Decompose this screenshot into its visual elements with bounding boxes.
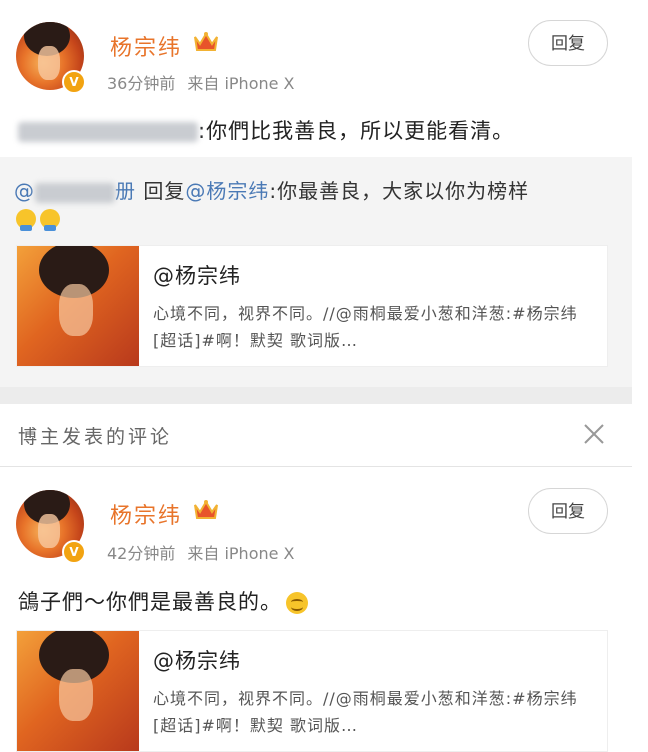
- verified-badge-icon: V: [62, 540, 86, 564]
- section-divider: [0, 387, 632, 404]
- comment-text: :你們比我善良，所以更能看清。: [18, 115, 514, 145]
- redacted-text: [18, 122, 198, 142]
- emoji-icon: [40, 209, 60, 231]
- post-thumbnail: [17, 631, 139, 751]
- close-icon[interactable]: [580, 420, 608, 448]
- timestamp: 42分钟前: [107, 544, 176, 563]
- linked-post-card[interactable]: @杨宗纬 心境不同，视界不同。//@雨桐最爱小葱和洋葱:#杨宗纬[超话]#啊！默…: [16, 245, 608, 367]
- mention-link[interactable]: @杨宗纬: [185, 179, 269, 203]
- card-title: @杨宗纬: [153, 264, 241, 288]
- emoji-row: [16, 209, 64, 233]
- verified-badge-icon: V: [62, 70, 86, 94]
- source: 来自 iPhone X: [187, 544, 295, 563]
- section-header: 博主发表的评论: [0, 404, 632, 467]
- card-title: @杨宗纬: [153, 649, 241, 673]
- card-description: 心境不同，视界不同。//@雨桐最爱小葱和洋葱:#杨宗纬[超话]#啊！默契 歌词版…: [153, 689, 578, 735]
- quoted-text: @ 册 回复@杨宗纬:你最善良，大家以你为榜样: [14, 179, 530, 203]
- author-name[interactable]: 杨宗纬: [110, 498, 182, 530]
- reply-button[interactable]: 回复: [528, 488, 608, 534]
- quoted-reply: @ 册 回复@杨宗纬:你最善良，大家以你为榜样 @杨宗纬 心境不同，视界不同。//…: [0, 157, 632, 387]
- comment-meta: 42分钟前 来自 iPhone X: [107, 540, 295, 564]
- timestamp: 36分钟前: [107, 74, 176, 93]
- smile-emoji-icon: [286, 592, 308, 614]
- post-thumbnail: [17, 246, 139, 366]
- source: 来自 iPhone X: [187, 74, 295, 93]
- section-title: 博主发表的评论: [18, 426, 173, 448]
- card-description: 心境不同，视界不同。//@雨桐最爱小葱和洋葱:#杨宗纬[超话]#啊！默契 歌词版…: [153, 304, 578, 350]
- comment-text: 鴿子們～你們是最善良的。: [18, 586, 308, 616]
- author-name[interactable]: 杨宗纬: [110, 30, 182, 62]
- crown-icon: [194, 32, 218, 51]
- comment-item: V 杨宗纬 36分钟前 来自 iPhone X 回复 :你們比我善良，所以更能看清…: [0, 0, 632, 157]
- emoji-icon: [16, 209, 36, 231]
- reply-button[interactable]: 回复: [528, 20, 608, 66]
- comment-item: V 杨宗纬 42分钟前 来自 iPhone X 回复 鴿子們～你們是最善良的。 @…: [0, 466, 632, 752]
- crown-icon: [194, 500, 218, 519]
- comment-meta: 36分钟前 来自 iPhone X: [107, 70, 295, 94]
- redacted-text: [35, 182, 115, 203]
